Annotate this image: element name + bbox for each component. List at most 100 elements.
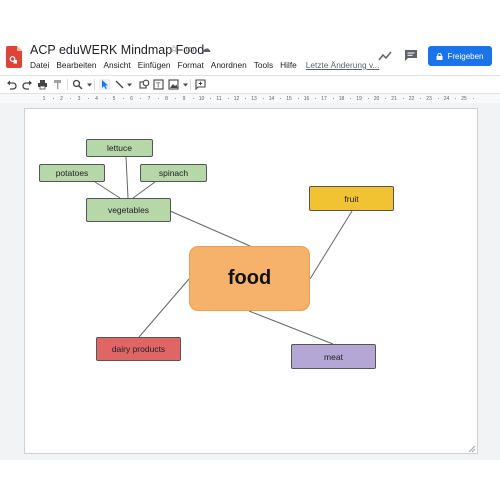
ruler-dot: [175, 98, 177, 99]
ruler-tick-label: 12: [233, 96, 240, 102]
share-button[interactable]: Freigeben: [428, 46, 492, 66]
ruler-tick-label: 16: [303, 96, 310, 102]
node-label: spinach: [158, 168, 189, 178]
ruler-tick-label: 23: [426, 96, 432, 102]
node-label: lettuce: [106, 143, 133, 153]
node-spinach[interactable]: spinach: [140, 164, 207, 182]
ruler-tick-label: 7: [147, 96, 151, 102]
activity-trend-icon[interactable]: [378, 50, 392, 62]
ruler-tick-label: 21: [391, 96, 397, 102]
ruler-dot: [227, 98, 229, 99]
ruler-dot: [87, 98, 89, 99]
move-folder-icon[interactable]: ▭: [185, 44, 195, 55]
ruler-dot: [472, 98, 474, 99]
image-icon[interactable]: [168, 79, 179, 90]
ruler-tick-label: 20: [373, 96, 380, 102]
ruler-tick-label: 5: [112, 96, 116, 102]
share-label: Freigeben: [447, 51, 484, 61]
ruler-tick-label: 25: [461, 96, 467, 102]
text-box-icon[interactable]: T: [153, 79, 164, 90]
node-label: potatoes: [55, 168, 89, 178]
ruler-dot: [210, 98, 212, 99]
ruler-tick-label: 3: [77, 96, 81, 102]
paint-format-icon[interactable]: [52, 79, 63, 90]
menu-anordnen[interactable]: Anordnen: [211, 60, 247, 70]
ruler-tick-label: 8: [165, 96, 168, 102]
ruler-dot: [122, 98, 124, 99]
node-food[interactable]: food: [189, 246, 310, 311]
svg-text:T: T: [155, 82, 161, 90]
ruler-dot: [245, 98, 247, 99]
zoom-icon[interactable]: [72, 79, 83, 90]
print-icon[interactable]: [37, 79, 48, 90]
menu-bearbeiten[interactable]: Bearbeiten: [56, 60, 96, 70]
ruler-tick-label: 19: [356, 96, 362, 102]
node-fruit[interactable]: fruit: [309, 186, 394, 211]
ruler-dot: [437, 98, 439, 99]
line-dropdown-icon[interactable]: [124, 79, 132, 90]
last-edit-link[interactable]: Letzte Änderung v...: [306, 60, 380, 70]
node-label: fruit: [344, 193, 359, 204]
comment-icon[interactable]: [404, 49, 418, 62]
lock-icon: [436, 52, 443, 60]
ruler-dot: [455, 98, 457, 99]
ruler-tick-label: 17: [321, 96, 327, 102]
ruler-dot: [315, 98, 317, 99]
drawings-app-icon[interactable]: [6, 46, 22, 68]
ruler-dot: [367, 98, 369, 99]
image-dropdown-icon[interactable]: [180, 79, 188, 90]
menu-tools[interactable]: Tools: [254, 60, 273, 70]
menu-bar: Datei Bearbeiten Ansicht Einfügen Format…: [30, 60, 379, 70]
redo-icon[interactable]: [22, 79, 33, 90]
ruler-dot: [297, 98, 299, 99]
toolbar-separator: [190, 79, 191, 90]
node-lettuce[interactable]: lettuce: [86, 139, 153, 157]
ruler-tick-label: 18: [338, 96, 345, 102]
shape-tool-icon[interactable]: [139, 79, 150, 90]
ruler-dot: [350, 98, 352, 99]
ruler-tick-label: 24: [443, 96, 450, 102]
menu-hilfe[interactable]: Hilfe: [280, 60, 297, 70]
toolbar-separator: [67, 79, 68, 90]
cloud-status-icon[interactable]: ☁: [201, 44, 211, 55]
ruler-dot: [402, 98, 404, 99]
node-potatoes[interactable]: potatoes: [39, 164, 105, 182]
ruler-tick-label: 14: [268, 96, 275, 102]
ruler-tick-label: 11: [216, 96, 222, 102]
node-vegetables[interactable]: vegetables: [86, 198, 171, 222]
add-comment-icon[interactable]: [195, 79, 206, 90]
node-label: food: [227, 267, 272, 289]
ruler-dot: [420, 98, 422, 99]
ruler-tick-label: 9: [182, 96, 186, 102]
ruler-dot: [140, 98, 142, 99]
undo-icon[interactable]: [6, 79, 17, 90]
menu-ansicht[interactable]: Ansicht: [104, 60, 131, 70]
node-label: meat: [324, 351, 343, 362]
select-cursor-icon[interactable]: [99, 79, 110, 90]
zoom-dropdown-icon[interactable]: [84, 79, 92, 90]
ruler-dot: [280, 98, 282, 99]
menu-datei[interactable]: Datei: [30, 60, 49, 70]
resize-handle-icon[interactable]: [468, 445, 476, 453]
node-dairy-products[interactable]: dairy products: [96, 337, 181, 361]
title-icons: ☆ ▭ ☁: [169, 44, 211, 55]
node-label: dairy products: [111, 344, 166, 354]
ruler-tick-label: 6: [130, 96, 133, 102]
star-icon[interactable]: ☆: [169, 44, 179, 55]
ruler-tick-label: 15: [286, 96, 292, 102]
node-meat[interactable]: meat: [291, 344, 376, 369]
ruler-tick-label: 2: [60, 96, 63, 102]
menu-format[interactable]: Format: [178, 60, 204, 70]
menu-einfuegen[interactable]: Einfügen: [138, 60, 171, 70]
ruler-dot: [192, 98, 194, 99]
ruler-tick-label: 22: [408, 96, 415, 102]
ruler-dot: [385, 98, 387, 99]
ruler-dot: [52, 98, 54, 99]
ruler-dot: [105, 98, 107, 99]
ruler-tick-label: 13: [251, 96, 257, 102]
ruler-tick-label: 4: [95, 96, 98, 102]
ruler-dot: [70, 98, 72, 99]
ruler-tick-label: 10: [198, 96, 205, 102]
toolbar: T: [0, 75, 500, 93]
ruler-dot: [262, 98, 264, 99]
